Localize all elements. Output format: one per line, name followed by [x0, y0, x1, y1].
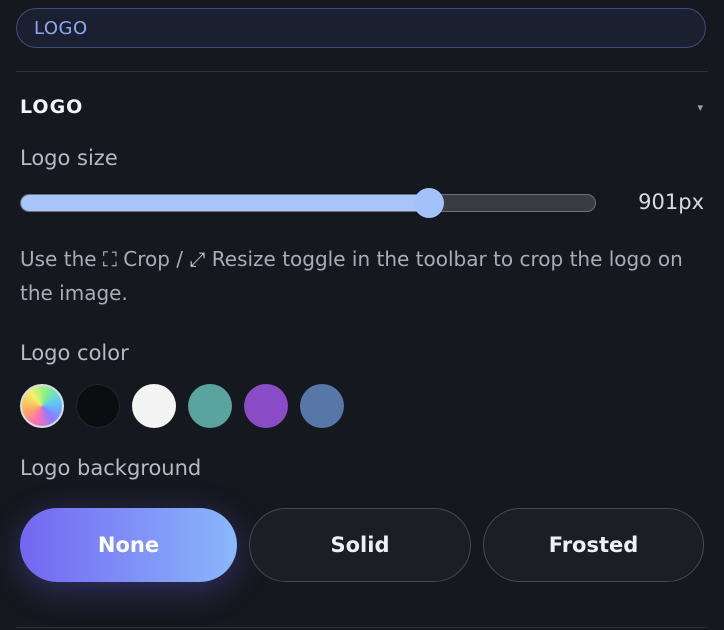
swatch-blue[interactable]: [300, 384, 344, 428]
hint-crop-label: Crop /: [116, 247, 190, 271]
swatch-purple[interactable]: [244, 384, 288, 428]
logo-size-slider-thumb[interactable]: [413, 188, 444, 218]
logo-color-label: Logo color: [20, 341, 129, 365]
swatch-black[interactable]: [76, 384, 120, 428]
collapse-caret-icon[interactable]: ▾: [697, 101, 703, 114]
swatch-gradient[interactable]: [20, 384, 64, 428]
resize-icon: ⤢: [189, 247, 206, 271]
logo-color-swatches: [20, 384, 344, 428]
swatch-teal[interactable]: [188, 384, 232, 428]
divider: [16, 71, 708, 72]
logo-size-label: Logo size: [20, 146, 118, 170]
logo-size-slider-fill: [21, 195, 429, 211]
background-none-button[interactable]: None: [20, 508, 237, 582]
swatch-white[interactable]: [132, 384, 176, 428]
search-input[interactable]: LOGO: [16, 8, 706, 48]
search-input-value: LOGO: [34, 17, 88, 39]
logo-background-label: Logo background: [20, 456, 202, 480]
logo-size-slider-track[interactable]: [20, 194, 596, 212]
logo-section-header[interactable]: LOGO ▾: [20, 94, 706, 120]
crop-icon: ⛶: [102, 247, 117, 271]
hint-prefix: Use the: [20, 247, 103, 271]
crop-hint-text: Use the ⛶ Crop / ⤢ Resize toggle in the …: [20, 242, 710, 310]
section-title: LOGO: [20, 96, 84, 118]
logo-size-value: 901px: [638, 190, 704, 214]
background-solid-button[interactable]: Solid: [249, 508, 471, 582]
divider-bottom: [16, 627, 708, 628]
background-frosted-button[interactable]: Frosted: [483, 508, 704, 582]
